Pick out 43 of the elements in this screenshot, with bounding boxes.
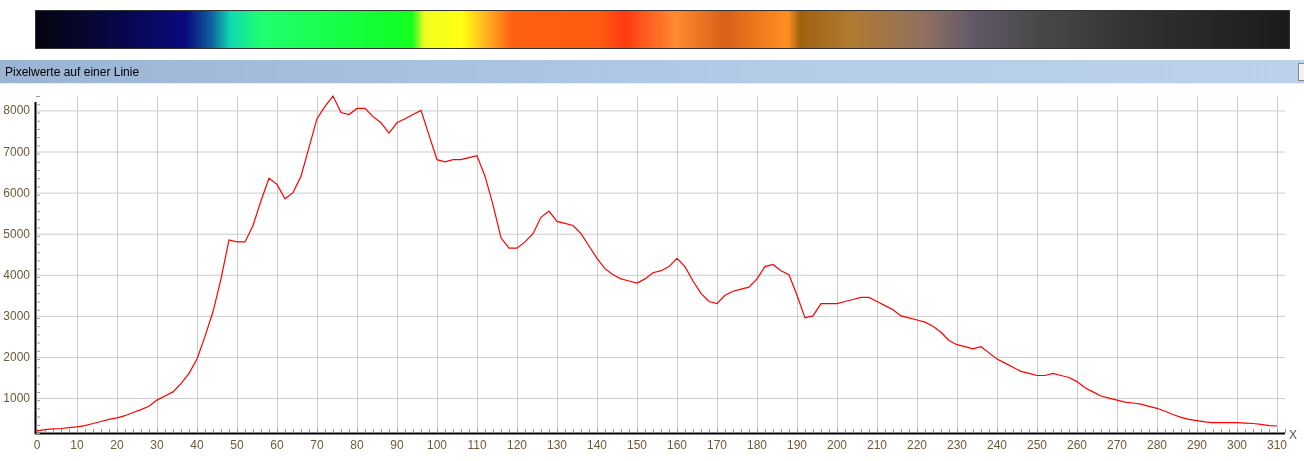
x-tick-label: 150 bbox=[627, 438, 647, 452]
x-tick-label: 90 bbox=[390, 438, 404, 452]
x-tick-label: 100 bbox=[427, 438, 447, 452]
x-tick-label: 120 bbox=[507, 438, 527, 452]
y-tick-label: 8000 bbox=[3, 103, 30, 118]
x-tick-label: 130 bbox=[547, 438, 567, 452]
x-tick-label: 260 bbox=[1067, 438, 1087, 452]
x-tick-label: 140 bbox=[587, 438, 607, 452]
x-tick-label: 300 bbox=[1227, 438, 1247, 452]
x-tick-label: 190 bbox=[787, 438, 807, 452]
x-tick-label: 40 bbox=[190, 438, 204, 452]
x-tick-label: 10 bbox=[70, 438, 84, 452]
x-tick-label: 160 bbox=[667, 438, 687, 452]
x-tick-label: 310 bbox=[1267, 438, 1287, 452]
y-tick-label: 5000 bbox=[3, 226, 30, 241]
panel-corner-button[interactable] bbox=[1298, 62, 1304, 81]
x-tick-label: 230 bbox=[947, 438, 967, 452]
x-tick-label: 20 bbox=[110, 438, 124, 452]
y-tick-label: 4000 bbox=[3, 267, 30, 282]
x-tick-label: 220 bbox=[907, 438, 927, 452]
x-tick-label: 270 bbox=[1107, 438, 1127, 452]
x-tick-label: 60 bbox=[270, 438, 284, 452]
y-tick-label: 2000 bbox=[3, 350, 30, 364]
x-tick-label: 210 bbox=[867, 438, 887, 452]
y-tick-label: 3000 bbox=[3, 308, 30, 323]
x-tick-label: 0 bbox=[33, 438, 41, 452]
x-tick-label: 290 bbox=[1187, 438, 1207, 452]
x-tick-label: 250 bbox=[1027, 438, 1047, 452]
x-tick-label: 240 bbox=[987, 438, 1007, 452]
x-tick-label: 280 bbox=[1147, 438, 1167, 452]
x-tick-label: 200 bbox=[827, 438, 847, 452]
x-tick-label: 70 bbox=[310, 438, 324, 452]
y-tick-label: 6000 bbox=[3, 185, 30, 200]
x-tick-label: 110 bbox=[467, 438, 487, 452]
y-tick-label: 1000 bbox=[3, 391, 30, 406]
panel-title: Pixelwerte auf einer Linie bbox=[4, 64, 140, 79]
x-tick-label: 170 bbox=[707, 438, 727, 452]
x-tick-label: 30 bbox=[150, 438, 164, 452]
x-tick-label: 80 bbox=[350, 438, 364, 452]
x-tick-label: 50 bbox=[230, 438, 244, 452]
x-tick-label: 180 bbox=[747, 438, 767, 452]
x-axis-label: X bbox=[1289, 428, 1297, 442]
y-tick-label: 7000 bbox=[3, 144, 30, 159]
